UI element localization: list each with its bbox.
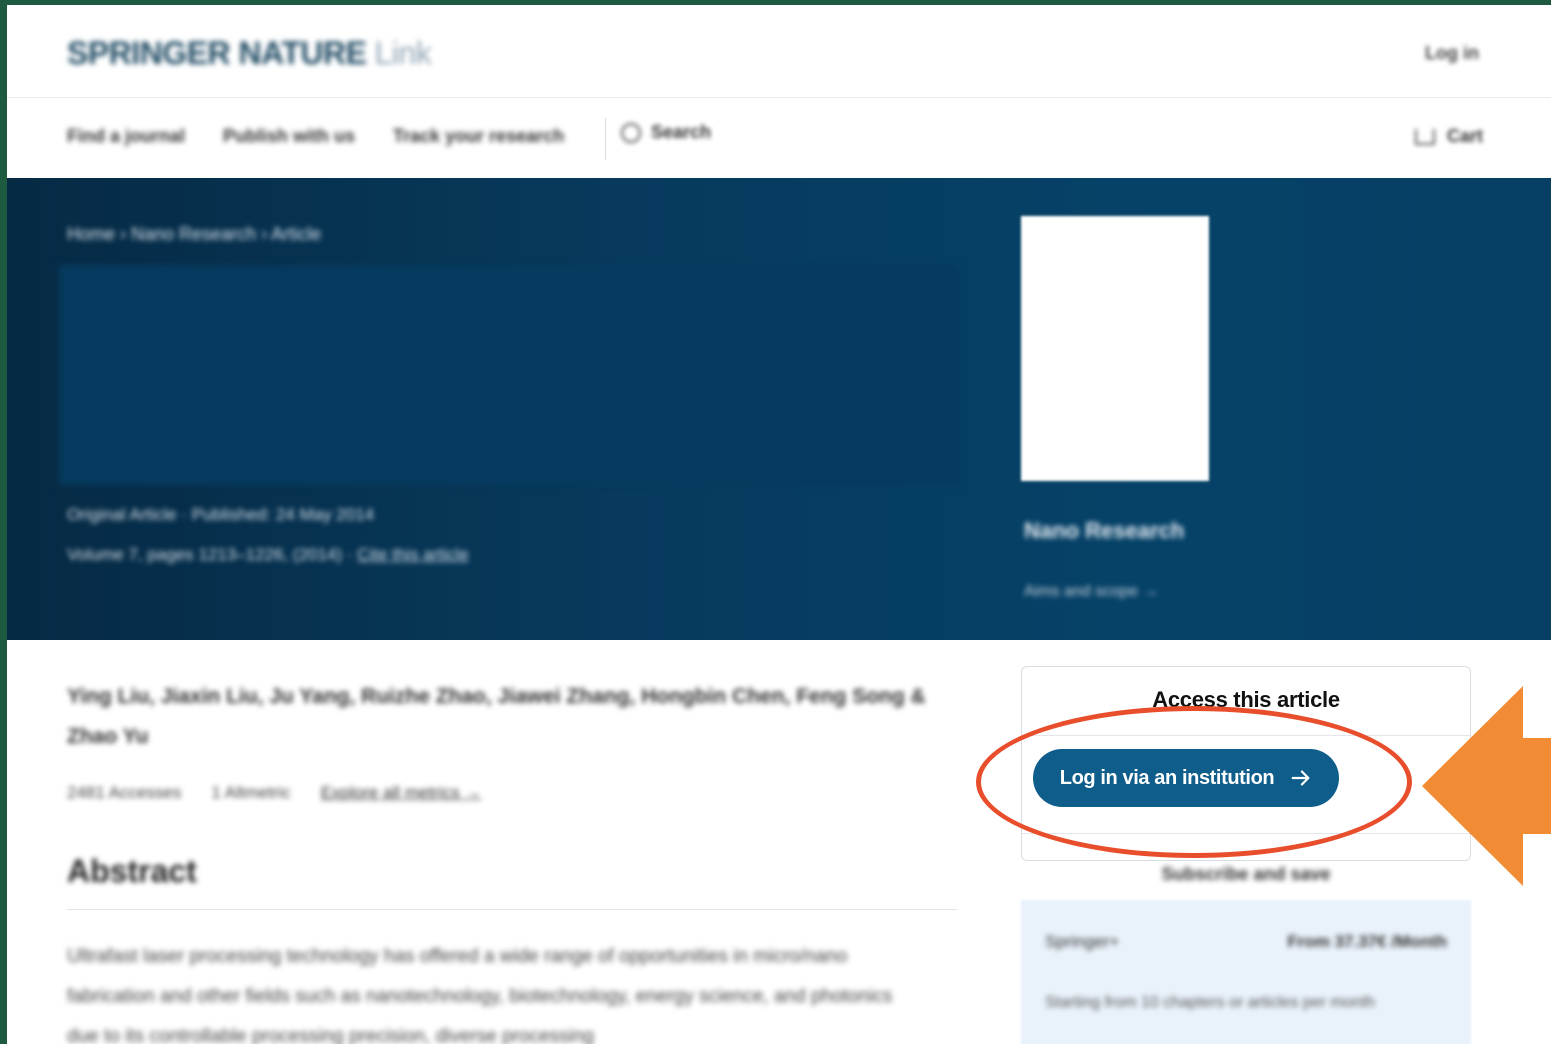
altmetric-count: 1 Altmetric	[211, 783, 291, 802]
nav-divider	[605, 118, 606, 160]
logo-main: SPRINGER NATURE	[67, 35, 367, 71]
nav-find-journal[interactable]: Find a journal	[67, 126, 185, 147]
article-metrics: 2481 Accesses 1 Altmetric Explore all me…	[67, 783, 481, 803]
subscribe-box	[1021, 900, 1471, 1044]
journal-name[interactable]: Nano Research	[1024, 518, 1184, 544]
metrics-link[interactable]: Explore all metrics →	[321, 783, 482, 803]
publisher-option[interactable]: Springer+	[1045, 932, 1119, 952]
aims-scope-link[interactable]: Aims and scope →	[1024, 583, 1158, 601]
search-label: Search	[651, 122, 712, 142]
cart-button[interactable]: Cart	[1414, 126, 1483, 147]
article-meta-type-date: Original Article · Published: 24 May 201…	[67, 505, 375, 524]
subscription-bullet: Starting from 10 chapters or articles pe…	[1045, 994, 1375, 1011]
journal-cover-image[interactable]	[1021, 216, 1209, 481]
subscribe-panel: Subscribe and save Springer+ From 37.37€…	[1021, 860, 1471, 1044]
abstract-divider	[67, 909, 957, 910]
abstract-heading: Abstract	[67, 853, 197, 889]
subscribe-title: Subscribe and save	[1161, 864, 1331, 884]
main-nav: Find a journal Publish with us Track you…	[7, 98, 1551, 178]
site-logo[interactable]: SPRINGER NATURE Link	[67, 35, 432, 72]
article-page: SPRINGER NATURE Link Log in Find a journa…	[7, 5, 1551, 1044]
header-login-link[interactable]: Log in	[1425, 43, 1479, 64]
highlight-circle-annotation	[976, 706, 1412, 858]
volume-text: Volume 7, pages 1213–1226, (2014)	[67, 545, 343, 564]
accesses-count: 2481 Accesses	[67, 783, 182, 802]
cite-link[interactable]: Cite this article	[357, 545, 468, 564]
nav-track-research[interactable]: Track your research	[393, 126, 564, 147]
abstract-text: Ultrafast laser processing technology ha…	[67, 946, 893, 1044]
cart-icon	[1414, 128, 1435, 145]
subscription-price: From 37.37€ /Month	[1287, 932, 1447, 951]
search-button[interactable]: Search	[621, 122, 711, 143]
breadcrumb[interactable]: Home › Nano Research › Article	[67, 224, 321, 245]
pointer-arrow-annotation	[1422, 686, 1551, 886]
search-icon	[621, 122, 641, 143]
article-hero: Home › Nano Research › Article Original …	[7, 178, 1551, 640]
cart-label: Cart	[1446, 126, 1483, 146]
author-list: Ying Liu, Jiaxin Liu, Ju Yang, Ruizhe Zh…	[67, 685, 926, 748]
nav-publish[interactable]: Publish with us	[223, 126, 355, 147]
article-meta-volume: Volume 7, pages 1213–1226, (2014) · Cite…	[67, 545, 469, 564]
top-header: SPRINGER NATURE Link Log in	[7, 5, 1551, 98]
logo-link: Link	[374, 35, 432, 71]
article-title-redacted	[59, 265, 959, 485]
